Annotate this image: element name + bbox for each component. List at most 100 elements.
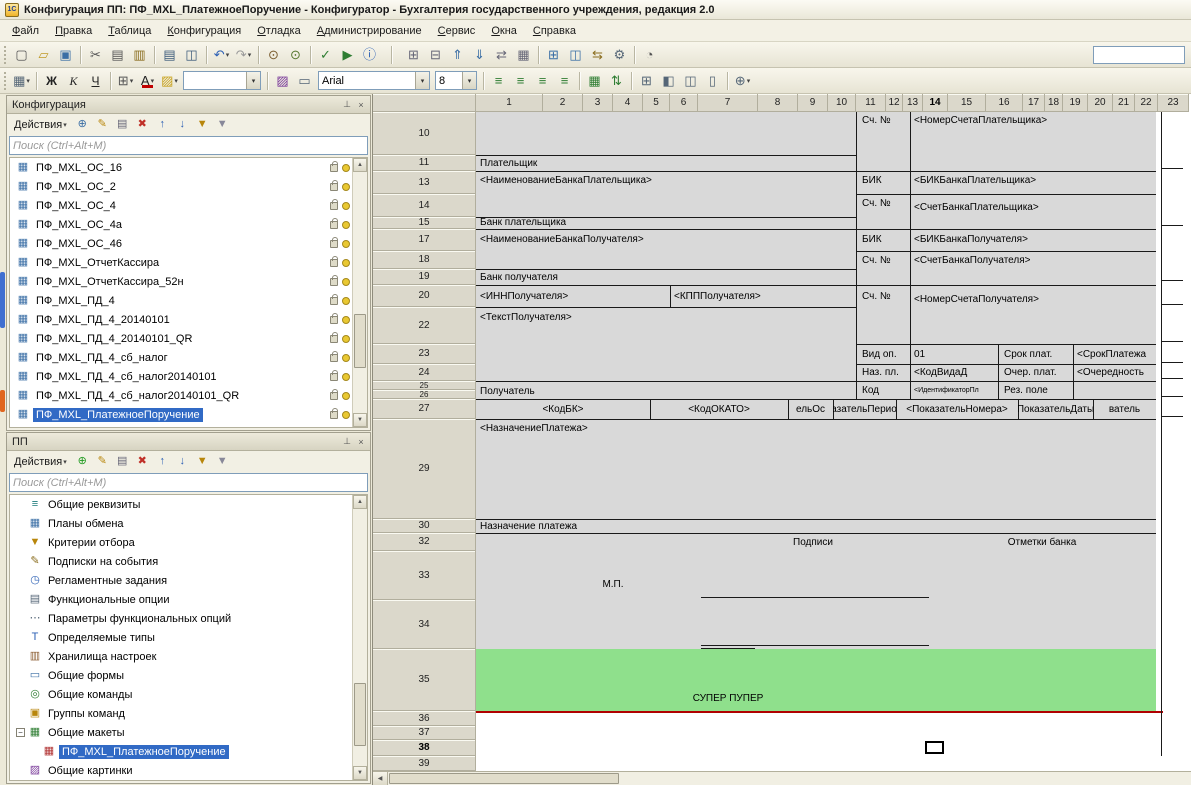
close-icon[interactable]: × — [354, 98, 368, 112]
borders-button[interactable]: ⊞▾ — [115, 70, 136, 91]
column-header[interactable]: 20 — [1088, 94, 1113, 112]
tree-item[interactable]: ▦ПФ_MXL_ПД_4_20140101_QR — [10, 329, 351, 348]
row-header[interactable]: 15 — [373, 217, 476, 229]
sheet-cell[interactable]: <НомерСчетаПолучателя> — [912, 293, 1154, 305]
column-header[interactable]: 9 — [798, 94, 828, 112]
menu-item[interactable]: Справка — [525, 22, 584, 40]
freeze-panes-button[interactable]: ◫ — [680, 70, 701, 91]
row-header[interactable]: 32 — [373, 533, 476, 551]
row-header[interactable]: 35 — [373, 649, 476, 711]
open-config-window-button[interactable]: ⊞ — [543, 44, 564, 65]
sheet-cell[interactable]: ельОс — [788, 403, 833, 415]
row-header[interactable]: 38 — [373, 740, 476, 756]
menu-item[interactable]: Окна — [483, 22, 525, 40]
scrollbar-thumb[interactable] — [354, 314, 366, 368]
tree-item[interactable]: ТОпределяемые типы — [10, 628, 351, 647]
sheet-cell[interactable]: <БИКБанкаПлательщика> — [912, 174, 1154, 186]
row-header[interactable]: 22 — [373, 307, 476, 344]
redo-button[interactable]: ↷▾ — [233, 44, 254, 65]
vertical-scrollbar[interactable]: ▲▼ — [352, 158, 367, 427]
add-button[interactable]: ⊕ — [73, 115, 92, 134]
scroll-down-button[interactable]: ▼ — [353, 413, 367, 427]
tree-item[interactable]: ▦ПФ_MXL_ПД_4_сб_налог20140101_QR — [10, 386, 351, 405]
name-manager-button[interactable]: ▭ — [294, 70, 315, 91]
row-header[interactable]: 20 — [373, 285, 476, 307]
sheet-cell[interactable]: <КодОКАТО> — [650, 403, 788, 415]
column-header[interactable]: 16 — [986, 94, 1023, 112]
tree-item[interactable]: ▼Критерии отбора — [10, 533, 351, 552]
row-header[interactable]: 29 — [373, 419, 476, 519]
column-header[interactable]: 11 — [856, 94, 886, 112]
add-button[interactable]: ⊕ — [73, 452, 92, 471]
row-header[interactable]: 17 — [373, 229, 476, 251]
column-header[interactable]: 17 — [1023, 94, 1045, 112]
row-header[interactable]: 13 — [373, 171, 476, 194]
tree-item[interactable]: −▦Общие макеты — [10, 723, 351, 742]
column-header[interactable]: 14 — [923, 94, 948, 112]
scrollbar-thumb[interactable] — [389, 773, 619, 784]
column-header[interactable]: 19 — [1063, 94, 1088, 112]
column-header[interactable]: 4 — [613, 94, 643, 112]
menu-item[interactable]: Конфигурация — [159, 22, 249, 40]
search-input[interactable] — [9, 136, 368, 155]
sheet-cell[interactable]: Сч. № — [860, 114, 908, 126]
menu-item[interactable]: Файл — [4, 22, 47, 40]
page-breaks-button[interactable]: ▯ — [702, 70, 723, 91]
pin-icon[interactable]: ⊥ — [340, 98, 354, 112]
dropdown-arrow-icon[interactable]: ▾ — [462, 72, 476, 89]
tree-item[interactable]: ▦Планы обмена — [10, 514, 351, 533]
sheet-cell[interactable]: <НаименованиеБанкаПолучателя> — [478, 233, 854, 245]
save-button[interactable]: ▣ — [55, 44, 76, 65]
tree-expander-icon[interactable]: − — [16, 728, 25, 737]
filter-button[interactable]: ▼ — [213, 115, 232, 134]
copy-button[interactable]: ▤ — [107, 44, 128, 65]
sheet-cell[interactable]: М.П. — [513, 578, 713, 590]
tree-item[interactable]: ▦ПФ_MXL_ОтчетКассира — [10, 253, 351, 272]
docked-panel-tab[interactable] — [0, 390, 5, 412]
sheet-cell[interactable]: Сч. № — [860, 197, 908, 209]
tree-item[interactable]: ▦ПФ_MXL_ПД_4 — [10, 291, 351, 310]
edit-button[interactable]: ✎ — [93, 115, 112, 134]
dropdown-arrow-icon[interactable]: ▾ — [415, 72, 429, 89]
column-header[interactable]: 3 — [583, 94, 613, 112]
sheet-cell[interactable]: <КПППолучателя> — [672, 290, 854, 302]
actions-menu-button[interactable]: Действия▾ — [9, 116, 72, 134]
filter-button[interactable]: ▼ — [213, 452, 232, 471]
sort-button[interactable]: ▼ — [193, 452, 212, 471]
sheet-cell[interactable]: <НомерСчетаПлательщика> — [912, 114, 1154, 126]
sheet-cell[interactable]: ватель — [1093, 403, 1156, 415]
tree-item[interactable]: ▦ПФ_MXL_ОС_4а — [10, 215, 351, 234]
zoom-button[interactable]: ⊕▾ — [732, 70, 753, 91]
column-header[interactable]: 21 — [1113, 94, 1135, 112]
row-header[interactable]: 25 — [373, 381, 476, 390]
tree-item[interactable]: ▤Функциональные опции — [10, 590, 351, 609]
sheet-cell[interactable]: <ПоказательНомера> — [896, 403, 1018, 415]
sheet-cell[interactable]: Срок плат. — [1002, 348, 1071, 360]
service-button[interactable]: ⚙ — [609, 44, 630, 65]
tree-item[interactable]: ✎Подписки на события — [10, 552, 351, 571]
sheet-cell[interactable]: БИК — [860, 174, 908, 186]
new-file-button[interactable]: ▢ — [11, 44, 32, 65]
sheet-cell[interactable]: Вид оп. — [860, 348, 908, 360]
insert-picture-button[interactable]: ▨ — [272, 70, 293, 91]
wrap-text-button[interactable]: ⇅ — [606, 70, 627, 91]
print-preview-button[interactable]: ◫ — [181, 44, 202, 65]
menu-item[interactable]: Сервис — [430, 22, 484, 40]
menu-item[interactable]: Таблица — [100, 22, 159, 40]
sheet-cell[interactable]: Код — [860, 384, 908, 396]
scroll-up-button[interactable]: ▲ — [353, 495, 367, 509]
column-header[interactable]: 6 — [670, 94, 698, 112]
style-combo[interactable]: ▾ — [183, 71, 261, 90]
tree-item[interactable]: ▦ПФ_MXL_ПлатежноеПоручение — [10, 405, 351, 424]
row-header[interactable]: 11 — [373, 155, 476, 171]
align-left-button[interactable]: ≡ — [488, 70, 509, 91]
tree-item[interactable]: ▦ПФ_MXL_ОтчетКассира_52н — [10, 272, 351, 291]
tree-item[interactable]: ▥Хранилища настроек — [10, 647, 351, 666]
scrollbar-thumb[interactable] — [354, 683, 366, 746]
dropdown-arrow-icon[interactable]: ▾ — [246, 72, 260, 89]
update-db-config-button[interactable]: ▦ — [513, 44, 534, 65]
sheet-cell[interactable]: Очер. плат. — [1002, 366, 1071, 378]
delete-button[interactable]: ✖ — [133, 115, 152, 134]
row-header[interactable]: 30 — [373, 519, 476, 533]
fill-color-button[interactable]: ▨▾ — [159, 70, 180, 91]
